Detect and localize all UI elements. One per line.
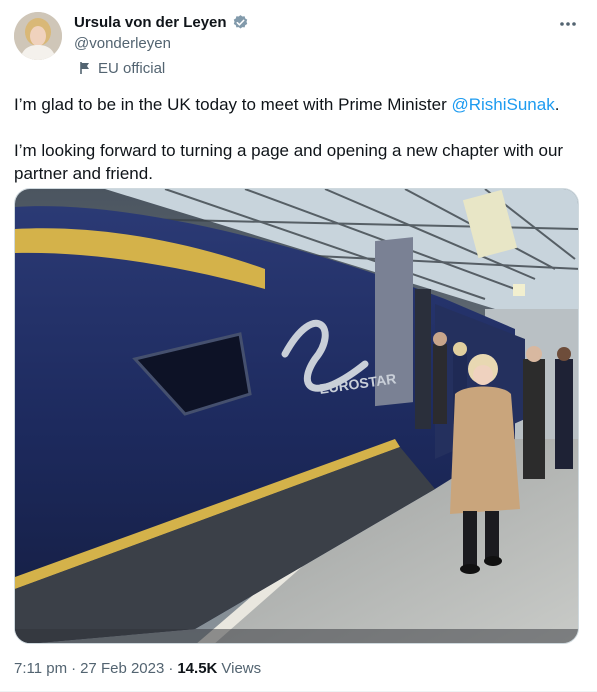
author-block: Ursula von der Leyen @vonderleyen EU off… (74, 12, 249, 78)
verified-badge-icon[interactable] (232, 14, 249, 31)
station-photo: EUROSTAR (15, 189, 578, 643)
tweet-date[interactable]: 27 Feb 2023 (80, 660, 164, 677)
tweet-time[interactable]: 7:11 pm (14, 660, 67, 677)
avatar[interactable] (14, 12, 62, 60)
tweet-text: I’m glad to be in the UK today to meet w… (14, 93, 584, 185)
handle[interactable]: @vonderleyen (74, 34, 249, 54)
tweet-meta: 7:11 pm · 27 Feb 2023 · 14.5K Views (14, 660, 261, 677)
tweet-photo[interactable]: EUROSTAR (14, 188, 579, 644)
avatar-image (14, 12, 62, 60)
display-name[interactable]: Ursula von der Leyen (74, 14, 227, 31)
affiliation-text: EU official (98, 59, 166, 77)
more-dots-icon (560, 22, 576, 26)
affiliation-label: EU official (78, 58, 249, 78)
tweet-line1-prefix: I’m glad to be in the UK today to meet w… (14, 95, 452, 114)
tweet-paragraph-1: I’m glad to be in the UK today to meet w… (14, 93, 584, 116)
views-label: Views (221, 660, 262, 677)
views-count: 14.5K (177, 660, 218, 677)
mention-link[interactable]: @RishiSunak (451, 95, 554, 114)
flag-icon (78, 61, 92, 75)
tweet-line1-suffix: . (554, 95, 560, 114)
meta-separator: · (168, 660, 174, 677)
meta-separator: · (71, 660, 77, 677)
tweet-paragraph-2: I’m looking forward to turning a page an… (14, 141, 564, 183)
tweet-card: Ursula von der Leyen @vonderleyen EU off… (0, 0, 597, 692)
name-row: Ursula von der Leyen (74, 12, 249, 32)
more-options-button[interactable] (557, 14, 579, 34)
